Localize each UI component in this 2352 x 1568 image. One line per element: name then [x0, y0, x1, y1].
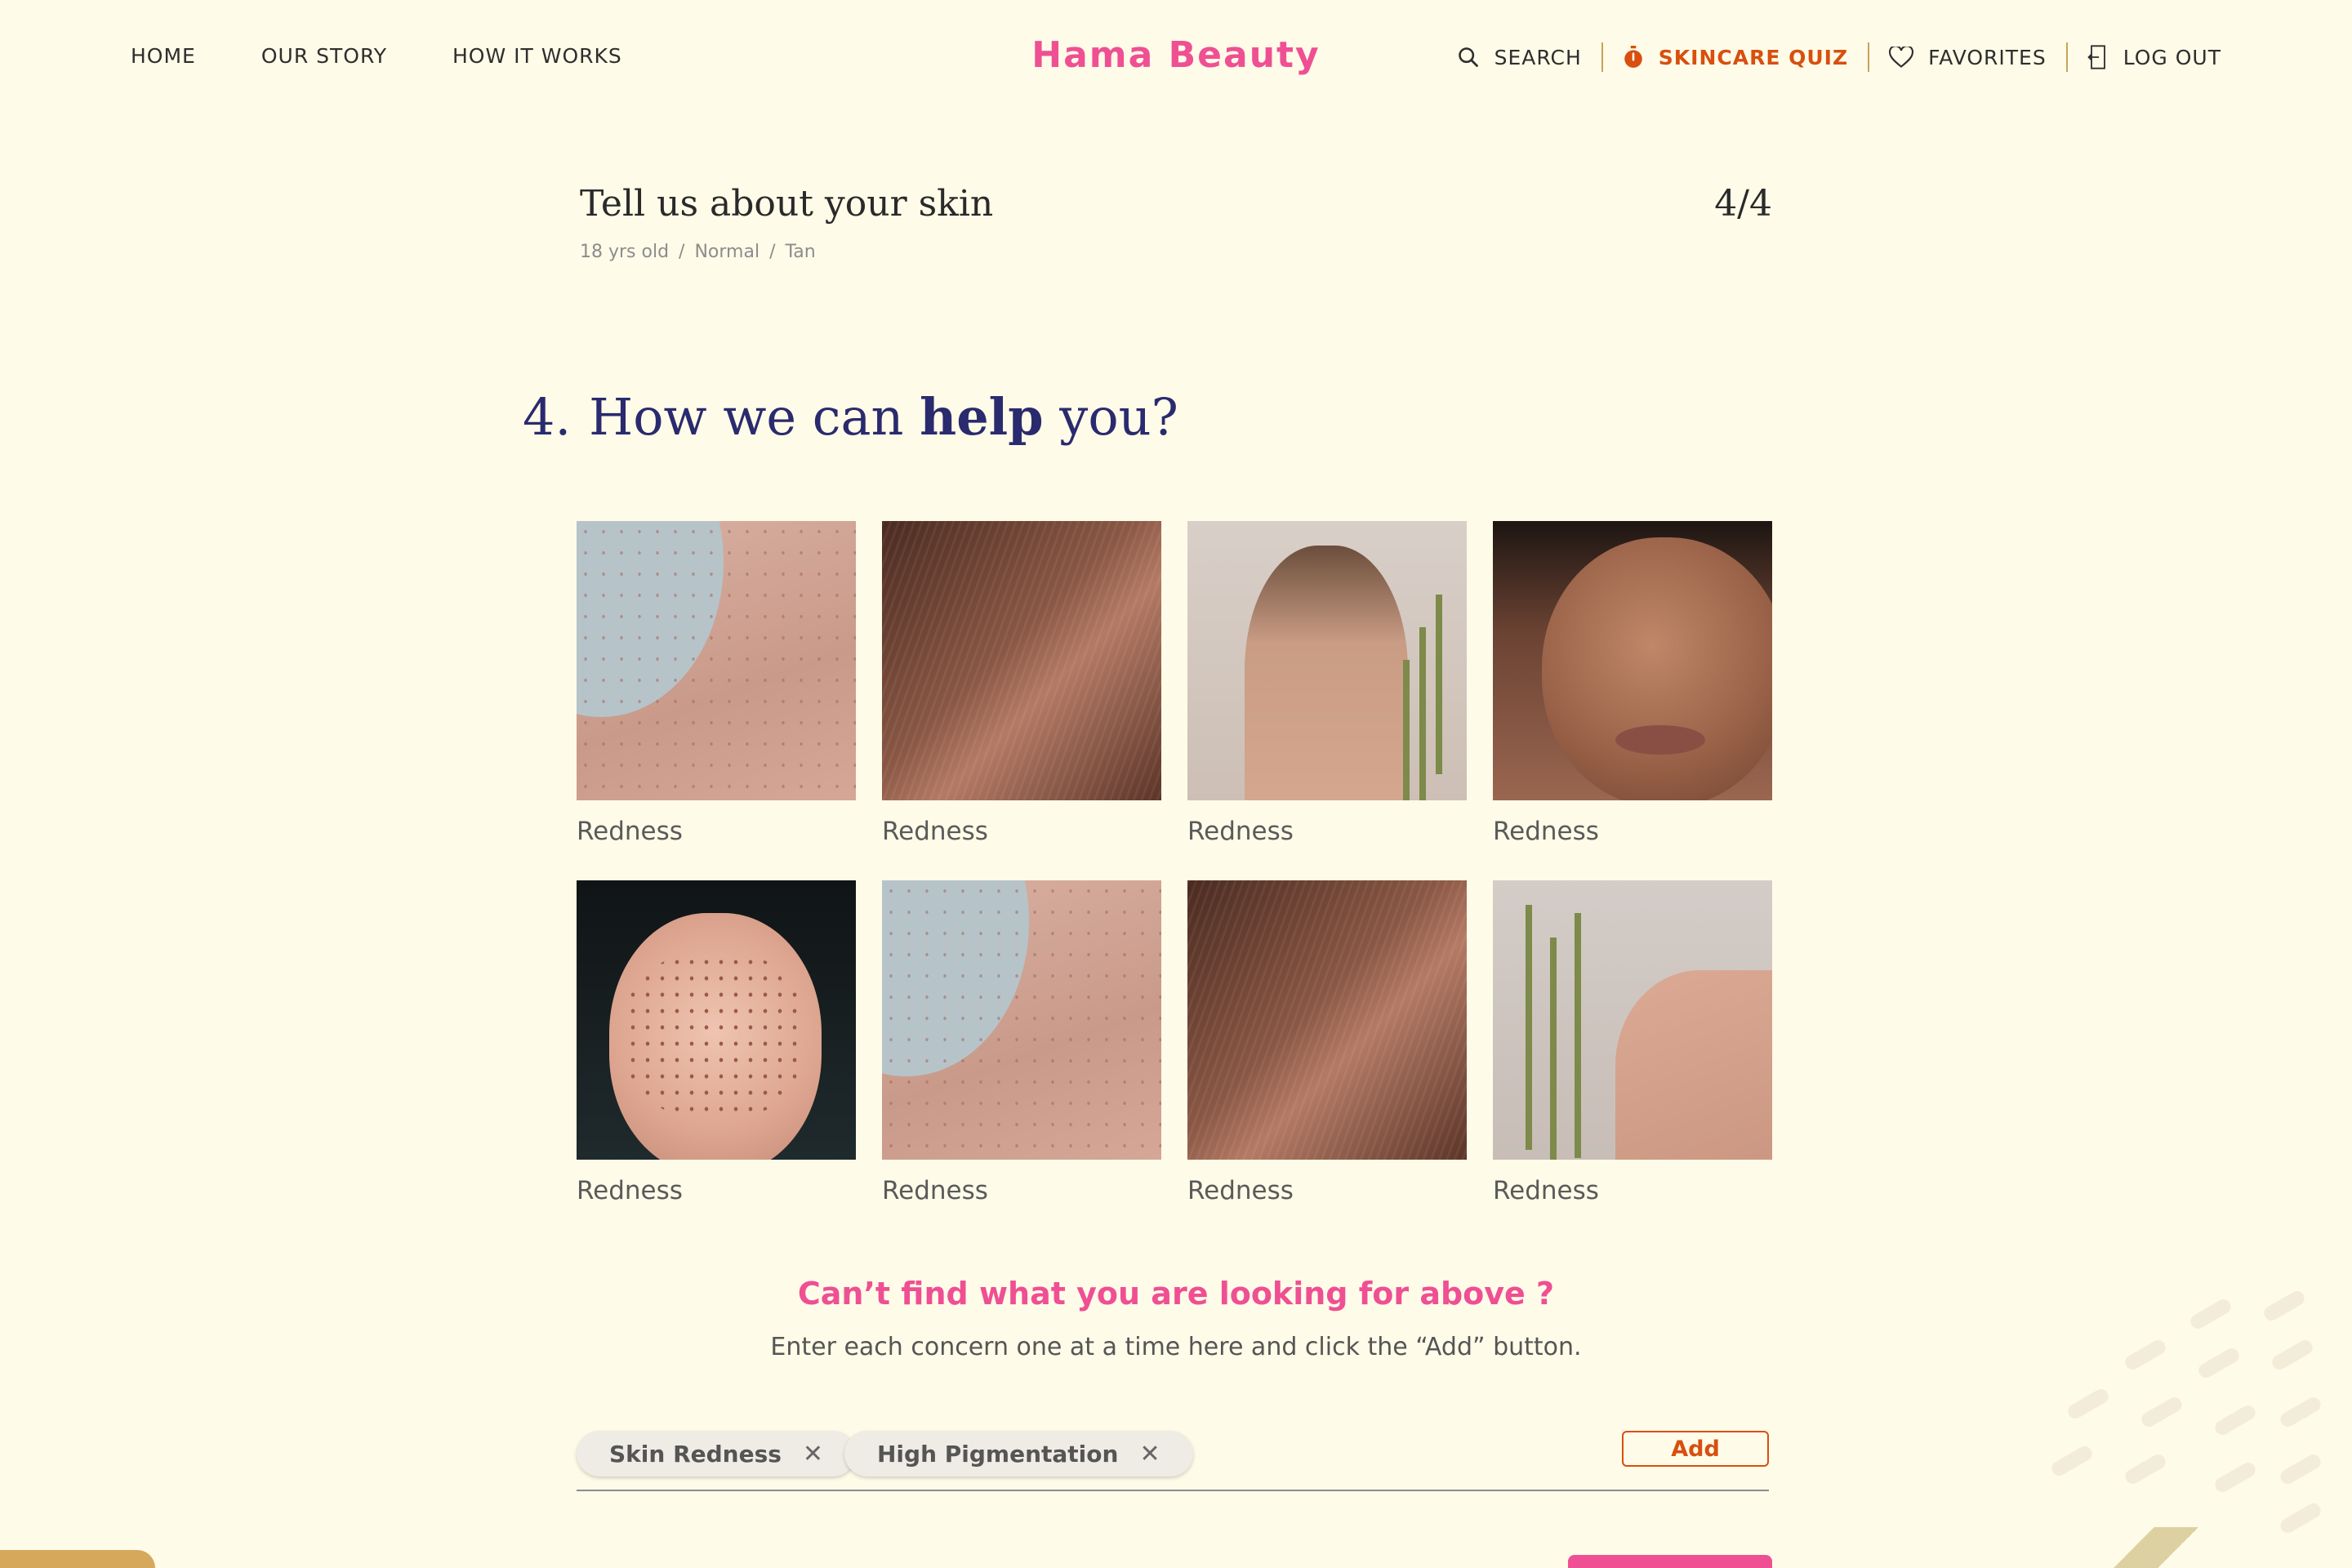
summary-skin-tone: Tan [785, 242, 816, 262]
concern-label: Redness [577, 817, 683, 846]
concern-tag: High Pigmentation ✕ [844, 1431, 1193, 1477]
decorative-dashes [2049, 1288, 2323, 1536]
skincare-quiz-link[interactable]: SKINCARE QUIZ [1603, 46, 1868, 69]
concern-card[interactable]: Redness [882, 880, 1161, 1205]
concern-label: Redness [577, 1176, 683, 1205]
summary-age: 18 yrs old [580, 242, 670, 262]
quiz-label: SKINCARE QUIZ [1658, 45, 1849, 69]
concern-label: Redness [1187, 1176, 1294, 1205]
summary-skin-type: Normal [694, 242, 760, 262]
woman-back-flowers-image [1493, 880, 1772, 1160]
concern-label: Redness [1493, 817, 1599, 846]
shoulder-freckles-image [577, 521, 856, 800]
tag-label: Skin Redness [609, 1440, 782, 1468]
favorites-label: FAVORITES [1928, 45, 2047, 69]
search-button[interactable]: SEARCH [1437, 46, 1601, 69]
dark-skin-texture-image [882, 521, 1161, 800]
quiz-timer-icon [1623, 46, 1644, 69]
concern-card[interactable]: Redness [577, 880, 856, 1205]
concern-tag: Skin Redness ✕ [577, 1431, 857, 1477]
face-freckles-image [577, 880, 856, 1160]
step-summary: 18 yrs old / Normal / Tan [580, 242, 816, 262]
concern-tag-input[interactable]: Skin Redness ✕ High Pigmentation ✕ Add [577, 1431, 1769, 1491]
concern-grid: Redness Redness Redness Redness Redness … [577, 521, 1772, 1205]
question-prefix: How we can [589, 387, 904, 447]
custom-concern-title: Can’t find what you are looking for abov… [797, 1276, 1555, 1312]
step-title: Tell us about your skin [580, 183, 994, 225]
logout-link[interactable]: LOG OUT [2068, 44, 2221, 70]
dark-skin-texture-image [1187, 880, 1467, 1160]
remove-tag-icon[interactable]: ✕ [1139, 1440, 1160, 1468]
concern-card[interactable]: Redness [1187, 521, 1467, 846]
step-counter: 4/4 [1714, 183, 1772, 225]
search-icon [1457, 46, 1480, 69]
question-emphasis: help [920, 387, 1044, 447]
concern-label: Redness [882, 817, 988, 846]
concern-card[interactable]: Redness [1493, 880, 1772, 1205]
search-label: SEARCH [1494, 45, 1582, 69]
custom-concern-subtitle: Enter each concern one at a time here an… [770, 1333, 1582, 1361]
decorative-shape [0, 1550, 155, 1568]
tag-label: High Pigmentation [877, 1440, 1119, 1468]
concern-label: Redness [1493, 1176, 1599, 1205]
shoulder-freckles-image [882, 880, 1161, 1160]
concern-card[interactable]: Redness [1187, 880, 1467, 1205]
favorites-link[interactable]: FAVORITES [1869, 46, 2066, 69]
face-acne-image [1493, 521, 1772, 800]
logout-icon [2087, 44, 2109, 70]
next-button[interactable] [1568, 1555, 1772, 1568]
concern-card[interactable]: Redness [882, 521, 1161, 846]
concern-card[interactable]: Redness [577, 521, 856, 846]
question-suffix: you? [1059, 387, 1178, 447]
add-concern-button[interactable]: Add [1622, 1431, 1769, 1467]
concern-label: Redness [1187, 817, 1294, 846]
heart-icon [1889, 47, 1914, 68]
woman-back-braid-image [1187, 521, 1467, 800]
logout-label: LOG OUT [2123, 45, 2221, 69]
concern-card[interactable]: Redness [1493, 521, 1772, 846]
question-heading: 4. How we can help you? [523, 387, 1178, 447]
concern-label: Redness [882, 1176, 988, 1205]
remove-tag-icon[interactable]: ✕ [803, 1440, 823, 1468]
utility-nav: SEARCH SKINCARE QUIZ FAVORITES LOG OUT [1437, 42, 2221, 72]
question-number: 4. [523, 387, 572, 447]
